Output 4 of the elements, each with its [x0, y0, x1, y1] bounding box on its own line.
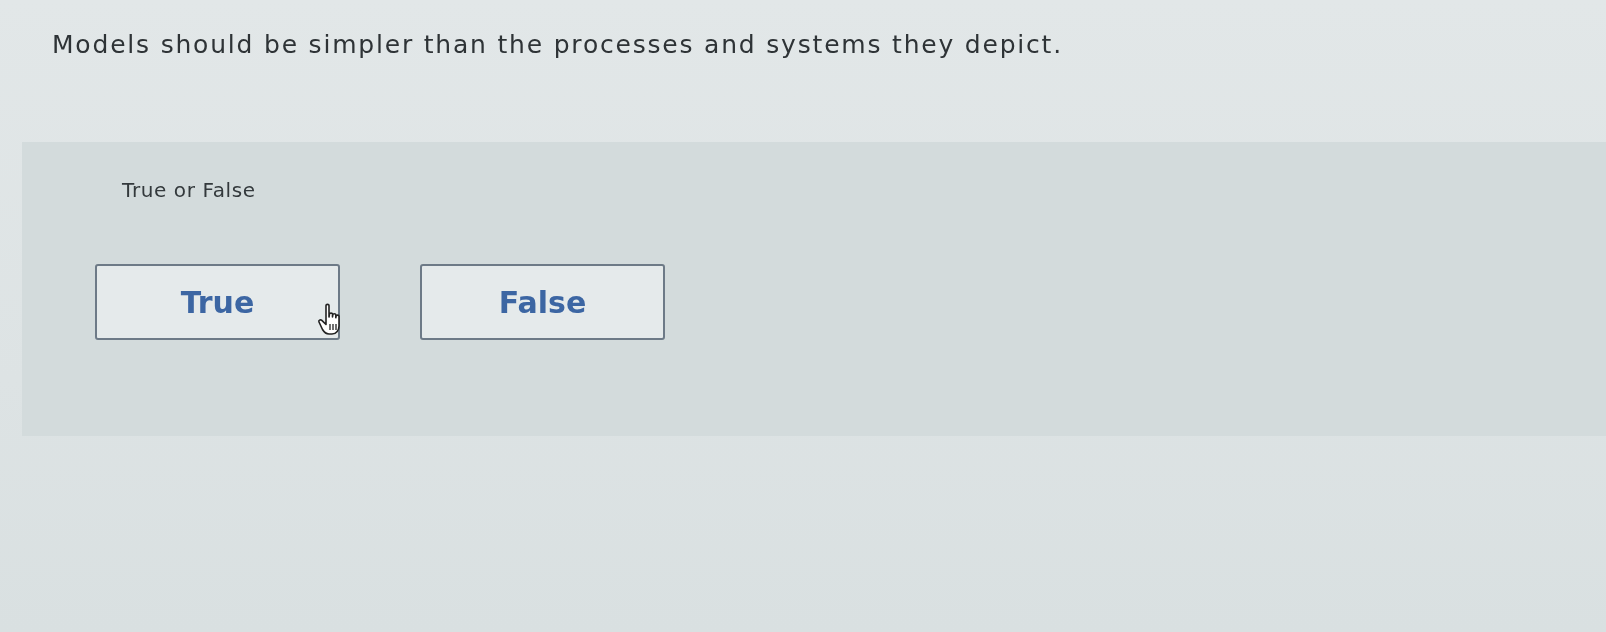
question-text: Models should be simpler than the processes and systems they depict.: [51, 29, 1064, 60]
prompt-text: True or False: [122, 178, 256, 202]
answer-option-button[interactable]: False: [420, 264, 665, 340]
answer-option-button[interactable]: True: [95, 264, 340, 340]
